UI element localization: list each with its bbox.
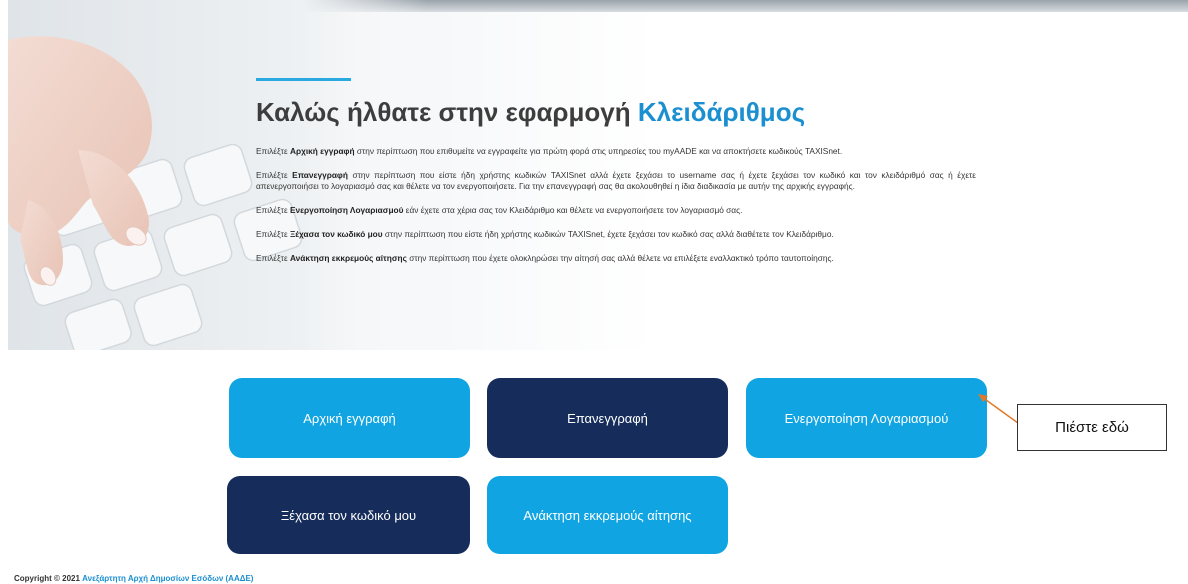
forgot-password-button[interactable]: Ξέχασα τον κωδικό μου <box>227 476 470 554</box>
welcome-content: Καλώς ήλθατε στην εφαρμογή Κλειδάριθμος … <box>256 78 976 277</box>
footer-copyright: Copyright © 2021 <box>14 574 80 583</box>
hero-banner: Καλώς ήλθατε στην εφαρμογή Κλειδάριθμος … <box>8 0 1188 350</box>
paragraph-text: Επιλέξτε <box>256 146 290 156</box>
footer: Copyright © 2021 Ανεξάρτητη Αρχή Δημοσίω… <box>14 574 253 583</box>
paragraph-text: στην περίπτωση που είστε ήδη χρήστης κωδ… <box>382 229 834 239</box>
paragraph-text: Επιλέξτε <box>256 253 290 263</box>
page-title-prefix: Καλώς ήλθατε στην εφαρμογή <box>256 97 631 127</box>
callout-box: Πιέστε εδώ <box>1017 404 1167 451</box>
intro-paragraph-activation: Επιλέξτε Ενεργοποίηση Λογαριασμού εάν έχ… <box>256 205 976 216</box>
page-title-accent: Κλειδάριθμος <box>637 97 806 127</box>
paragraph-emphasis: Επανεγγραφή <box>292 170 348 180</box>
title-accent-bar <box>256 78 351 81</box>
intro-paragraph-recover: Επιλέξτε Ανάκτηση εκκρεμούς αίτησης στην… <box>256 253 976 264</box>
paragraph-text: στην περίπτωση που είστε ήδη χρήστης κωδ… <box>256 170 976 191</box>
paragraph-text: στην περίπτωση που έχετε ολοκληρώσει την… <box>406 253 834 263</box>
paragraph-emphasis: Ανάκτηση εκκρεμούς αίτησης <box>289 253 407 263</box>
paragraph-emphasis: Ξέχασα τον κωδικό μου <box>289 229 383 239</box>
page-title: Καλώς ήλθατε στην εφαρμογή Κλειδάριθμος <box>256 96 976 128</box>
paragraph-emphasis: Αρχική εγγραφή <box>289 146 355 156</box>
intro-paragraph-initial: Επιλέξτε Αρχική εγγραφή στην περίπτωση π… <box>256 146 976 157</box>
callout-text: Πιέστε εδώ <box>1055 419 1129 436</box>
recover-pending-application-button[interactable]: Ανάκτηση εκκρεμούς αίτησης <box>487 476 728 554</box>
initial-registration-button[interactable]: Αρχική εγγραφή <box>229 378 470 458</box>
page: Καλώς ήλθατε στην εφαρμογή Κλειδάριθμος … <box>0 0 1188 584</box>
paragraph-text: Επιλέξτε <box>256 205 290 215</box>
paragraph-text: στην περίπτωση που επιθυμείτε να εγγραφε… <box>354 146 843 156</box>
intro-paragraph-reregistration: Επιλέξτε Επανεγγραφή στην περίπτωση που … <box>256 170 976 192</box>
intro-paragraph-forgot: Επιλέξτε Ξέχασα τον κωδικό μου στην περί… <box>256 229 976 240</box>
paragraph-text: Επιλέξτε <box>256 229 290 239</box>
account-activation-button[interactable]: Ενεργοποίηση Λογαριασμού <box>746 378 987 458</box>
paragraph-text: εάν έχετε στα χέρια σας τον Κλειδάριθμο … <box>403 205 743 215</box>
paragraph-emphasis: Ενεργοποίηση Λογαριασμού <box>289 205 404 215</box>
re-registration-button[interactable]: Επανεγγραφή <box>487 378 728 458</box>
footer-org-link[interactable]: Ανεξάρτητη Αρχή Δημοσίων Εσόδων (ΑΑΔΕ) <box>82 574 253 583</box>
paragraph-text: Επιλέξτε <box>256 170 293 180</box>
